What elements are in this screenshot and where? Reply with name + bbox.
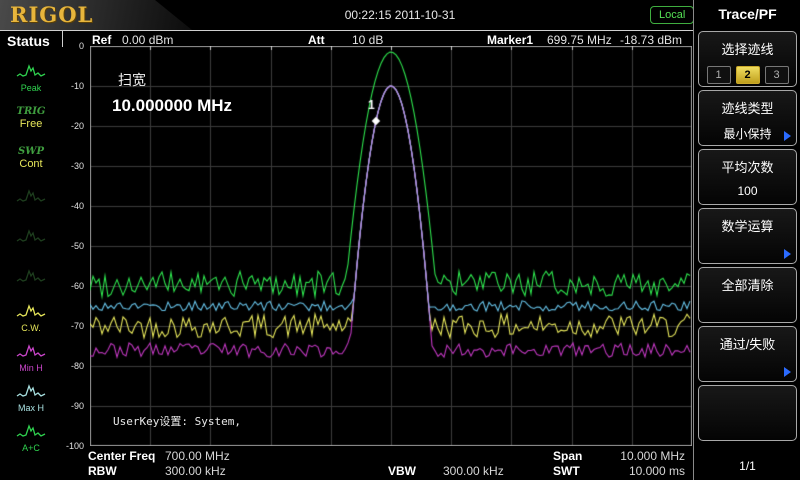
menu-item-2-value: 最小保持 xyxy=(699,125,796,142)
y-tick--10: -10 xyxy=(58,81,84,91)
menu-item-5[interactable]: 全部清除 xyxy=(698,267,797,323)
softkey-menu-panel: Trace/PF 选择迹线 123 迹线类型最小保持平均次数 100 数学运算全部清除通… xyxy=(695,0,800,480)
y-tick--80: -80 xyxy=(58,361,84,371)
status-title: Status xyxy=(7,33,50,49)
menu-item-4-title: 数学运算 xyxy=(699,216,796,235)
menu-item-2-title: 迹线类型 xyxy=(699,98,796,117)
max-h-icon xyxy=(16,383,46,403)
rbw-value: 300.00 kHz xyxy=(165,464,226,478)
top-bar: RIGOL 00:22:15 2011-10-31 Local xyxy=(0,0,695,30)
swp-mode-label: SWP xyxy=(18,146,44,158)
menu-item-3-value: 100 xyxy=(699,184,796,198)
trace-select-1[interactable]: 1 xyxy=(707,66,731,84)
center-freq-value: 700.00 MHz xyxy=(165,449,230,463)
status-item-dim-2 xyxy=(0,218,62,258)
span-value-overlay: 10.000000 MHz xyxy=(112,96,232,116)
swt-value: 10.000 ms xyxy=(629,464,685,478)
status-sidebar: Status PeakTRIGFreeSWPContC.W.Min HMax H… xyxy=(0,31,62,480)
submenu-arrow-icon xyxy=(784,249,791,259)
submenu-arrow-icon xyxy=(784,131,791,141)
menu-item-2[interactable]: 迹线类型最小保持 xyxy=(698,90,797,146)
menu-item-6-title: 通过/失败 xyxy=(699,334,796,353)
trig-mode-label: TRIG xyxy=(17,106,46,118)
cw-icon xyxy=(16,303,46,323)
status-item-max-h: Max H xyxy=(0,378,62,418)
footer-bar: Center Freq 700.00 MHz RBW 300.00 kHz VB… xyxy=(62,447,693,480)
swt-label: SWT xyxy=(553,464,580,478)
y-tick-0: 0 xyxy=(58,41,84,51)
y-tick--50: -50 xyxy=(58,241,84,251)
marker-label: Marker1 xyxy=(487,33,533,47)
rigol-logo: RIGOL xyxy=(10,2,93,27)
status-item-a-plus-c: A+C xyxy=(0,418,62,458)
trace-select-group: 123 xyxy=(699,66,796,84)
menu-item-3[interactable]: 平均次数 100 xyxy=(698,149,797,205)
userkey-message: UserKey设置: System, xyxy=(113,413,241,429)
span-value: 10.000 MHz xyxy=(620,449,685,463)
menu-title: Trace/PF xyxy=(695,6,800,22)
ref-value: 0.00 dBm xyxy=(122,33,173,47)
y-tick--20: -20 xyxy=(58,121,84,131)
center-freq-label: Center Freq xyxy=(88,449,155,463)
marker-freq: 699.75 MHz xyxy=(547,33,612,47)
status-item-dim-1 xyxy=(0,178,62,218)
menu-item-6[interactable]: 通过/失败 xyxy=(698,326,797,382)
span-label-overlay: 扫宽 xyxy=(118,70,146,90)
vbw-label: VBW xyxy=(388,464,416,478)
min-h-icon xyxy=(16,343,46,363)
submenu-arrow-icon xyxy=(784,367,791,377)
marker-ampl: -18.73 dBm xyxy=(620,33,682,47)
panel-separator xyxy=(693,0,694,480)
att-value: 10 dB xyxy=(352,33,383,47)
header-row: Ref 0.00 dBm Att 10 dB Marker1 699.75 MH… xyxy=(0,31,693,47)
rbw-label: RBW xyxy=(88,464,117,478)
cw-label: C.W. xyxy=(21,323,41,333)
trace-select-3[interactable]: 3 xyxy=(765,66,789,84)
dim-2-icon xyxy=(16,228,46,248)
att-label: Att xyxy=(308,33,325,47)
menu-item-7[interactable] xyxy=(698,385,797,441)
menu-page-indicator: 1/1 xyxy=(695,459,800,473)
menu-item-1[interactable]: 选择迹线 123 xyxy=(698,31,797,87)
menu-item-3-title: 平均次数 xyxy=(699,157,796,176)
ref-label: Ref xyxy=(92,33,111,47)
menu-items: 选择迹线 123 迹线类型最小保持平均次数 100 数学运算全部清除通过/失败 xyxy=(698,31,797,441)
trace-select-2[interactable]: 2 xyxy=(736,66,760,84)
menu-item-1-title: 选择迹线 xyxy=(699,39,796,58)
status-item-trig: TRIGFree xyxy=(0,98,62,138)
y-tick--90: -90 xyxy=(58,401,84,411)
y-tick--70: -70 xyxy=(58,321,84,331)
min-h-label: Min H xyxy=(19,363,43,373)
a-plus-c-icon xyxy=(16,423,46,443)
dim-1-icon xyxy=(16,188,46,208)
span-label: Span xyxy=(553,449,582,463)
menu-item-4[interactable]: 数学运算 xyxy=(698,208,797,264)
status-item-min-h: Min H xyxy=(0,338,62,378)
vbw-value: 300.00 kHz xyxy=(443,464,504,478)
status-item-dim-3 xyxy=(0,258,62,298)
status-item-peak: Peak xyxy=(0,58,62,98)
menu-item-5-title: 全部清除 xyxy=(699,275,796,294)
peak-icon xyxy=(16,63,46,83)
a-plus-c-label: A+C xyxy=(22,443,40,453)
peak-label: Peak xyxy=(21,83,42,93)
local-status-badge: Local xyxy=(650,6,694,24)
y-tick--30: -30 xyxy=(58,161,84,171)
y-tick--60: -60 xyxy=(58,281,84,291)
y-tick--40: -40 xyxy=(58,201,84,211)
status-item-swp: SWPCont xyxy=(0,138,62,178)
status-item-cw: C.W. xyxy=(0,298,62,338)
clock: 00:22:15 2011-10-31 xyxy=(280,8,520,22)
swp-state-label: Cont xyxy=(19,158,42,171)
max-h-label: Max H xyxy=(18,403,44,413)
dim-3-icon xyxy=(16,268,46,288)
trig-state-label: Free xyxy=(20,118,43,131)
status-items: PeakTRIGFreeSWPContC.W.Min HMax HA+C xyxy=(0,58,62,458)
